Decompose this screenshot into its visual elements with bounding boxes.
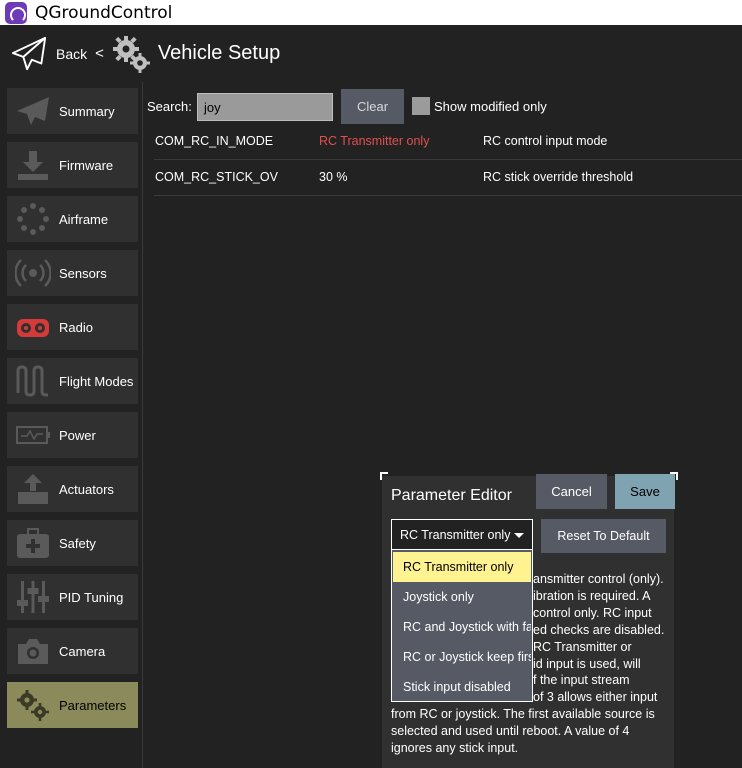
chevron-left-icon: < xyxy=(95,45,104,62)
sidebar-item-label: Radio xyxy=(59,319,93,335)
chevron-down-icon xyxy=(514,533,524,538)
flight-modes-icon xyxy=(16,365,48,397)
save-button[interactable]: Save xyxy=(615,474,675,509)
sidebar-item-label: Safety xyxy=(59,535,96,551)
param-description: RC control input mode xyxy=(483,134,608,148)
airframe-dots-icon xyxy=(17,203,49,235)
dialog-title: Parameter Editor xyxy=(391,487,512,504)
sidebar-item-radio[interactable]: Radio xyxy=(7,304,138,350)
dropdown-option[interactable]: RC or Joystick keep first xyxy=(393,642,531,672)
setup-sidebar: Summary Firmware Airframe Sensors Radio … xyxy=(0,82,142,768)
cancel-button[interactable]: Cancel xyxy=(536,474,607,509)
sidebar-item-flight-modes[interactable]: Flight Modes xyxy=(7,358,138,404)
sidebar-item-label: Camera xyxy=(59,643,106,659)
sidebar-item-label: Actuators xyxy=(59,481,114,497)
first-aid-kit-icon xyxy=(17,528,49,558)
combobox-value: RC Transmitter only xyxy=(400,528,511,542)
paper-plane-icon xyxy=(17,97,49,125)
row-divider xyxy=(154,195,742,196)
download-icon xyxy=(18,151,48,180)
battery-icon xyxy=(16,426,50,444)
param-description: RC stick override threshold xyxy=(483,170,634,184)
value-combobox[interactable]: RC Transmitter only xyxy=(391,519,533,551)
page-title: Vehicle Setup xyxy=(157,42,281,64)
sensors-icon xyxy=(15,259,51,287)
page-header: Back < Vehicle Setup xyxy=(0,25,742,82)
qgc-app-icon xyxy=(5,1,27,24)
param-name: COM_RC_STICK_OV xyxy=(155,170,278,184)
sidebar-item-camera[interactable]: Camera xyxy=(7,628,138,674)
reset-to-default-button[interactable]: Reset To Default xyxy=(541,519,666,553)
show-modified-checkbox[interactable] xyxy=(412,97,430,115)
camera-icon xyxy=(18,639,48,664)
dropdown-option[interactable]: RC and Joystick with fallback xyxy=(393,612,531,642)
help-line: selected and used until reboot. A value … xyxy=(391,724,630,739)
sidebar-item-label: Flight Modes xyxy=(59,373,134,389)
sidebar-item-actuators[interactable]: Actuators xyxy=(7,466,138,512)
sidebar-divider xyxy=(142,82,143,768)
actuators-icon xyxy=(18,474,48,504)
sidebar-item-airframe[interactable]: Airframe xyxy=(7,196,138,242)
sidebar-item-safety[interactable]: Safety xyxy=(7,520,138,566)
sidebar-item-label: Sensors xyxy=(59,265,107,281)
sidebar-item-label: Summary xyxy=(59,103,115,119)
help-line: from RC or joystick. The first available… xyxy=(391,707,655,722)
help-line: ignores any stick input. xyxy=(391,741,519,756)
sidebar-item-summary[interactable]: Summary xyxy=(7,88,138,134)
sidebar-item-pid-tuning[interactable]: PID Tuning xyxy=(7,574,138,620)
show-modified-label[interactable]: Show modified only xyxy=(434,99,547,114)
paper-plane-icon[interactable] xyxy=(10,35,48,73)
radio-transmitter-icon xyxy=(17,319,49,337)
clear-button[interactable]: Clear xyxy=(341,89,404,124)
search-label: Search: xyxy=(147,99,192,114)
table-row[interactable]: COM_RC_STICK_OV 30 % RC stick override t… xyxy=(154,160,742,196)
window-title-bar: QGroundControl xyxy=(0,0,742,25)
sliders-icon xyxy=(17,581,49,613)
dropdown-option[interactable]: Stick input disabled xyxy=(393,672,531,701)
table-row[interactable]: COM_RC_IN_MODE RC Transmitter only RC co… xyxy=(154,124,742,160)
param-name: COM_RC_IN_MODE xyxy=(155,134,274,148)
sidebar-item-sensors[interactable]: Sensors xyxy=(7,250,138,296)
param-value[interactable]: 30 % xyxy=(319,170,348,184)
window-title: QGroundControl xyxy=(35,2,173,23)
sidebar-item-label: Firmware xyxy=(59,157,114,173)
back-button[interactable]: Back xyxy=(56,46,87,62)
search-input[interactable]: joy xyxy=(197,93,333,121)
gears-icon xyxy=(112,35,150,73)
sidebar-item-label: PID Tuning xyxy=(59,589,124,605)
param-value[interactable]: RC Transmitter only xyxy=(319,134,429,148)
dropdown-option[interactable]: Joystick only xyxy=(393,582,531,612)
sidebar-item-power[interactable]: Power xyxy=(7,412,138,458)
sidebar-item-parameters[interactable]: Parameters xyxy=(7,682,138,728)
sidebar-item-label: Parameters xyxy=(59,697,127,713)
sidebar-item-firmware[interactable]: Firmware xyxy=(7,142,138,188)
value-dropdown-list: RC Transmitter only Joystick only RC and… xyxy=(391,549,533,702)
dropdown-option[interactable]: RC Transmitter only xyxy=(393,552,531,582)
gears-icon xyxy=(17,690,49,721)
sidebar-item-label: Power xyxy=(59,427,96,443)
sidebar-item-label: Airframe xyxy=(59,211,109,227)
